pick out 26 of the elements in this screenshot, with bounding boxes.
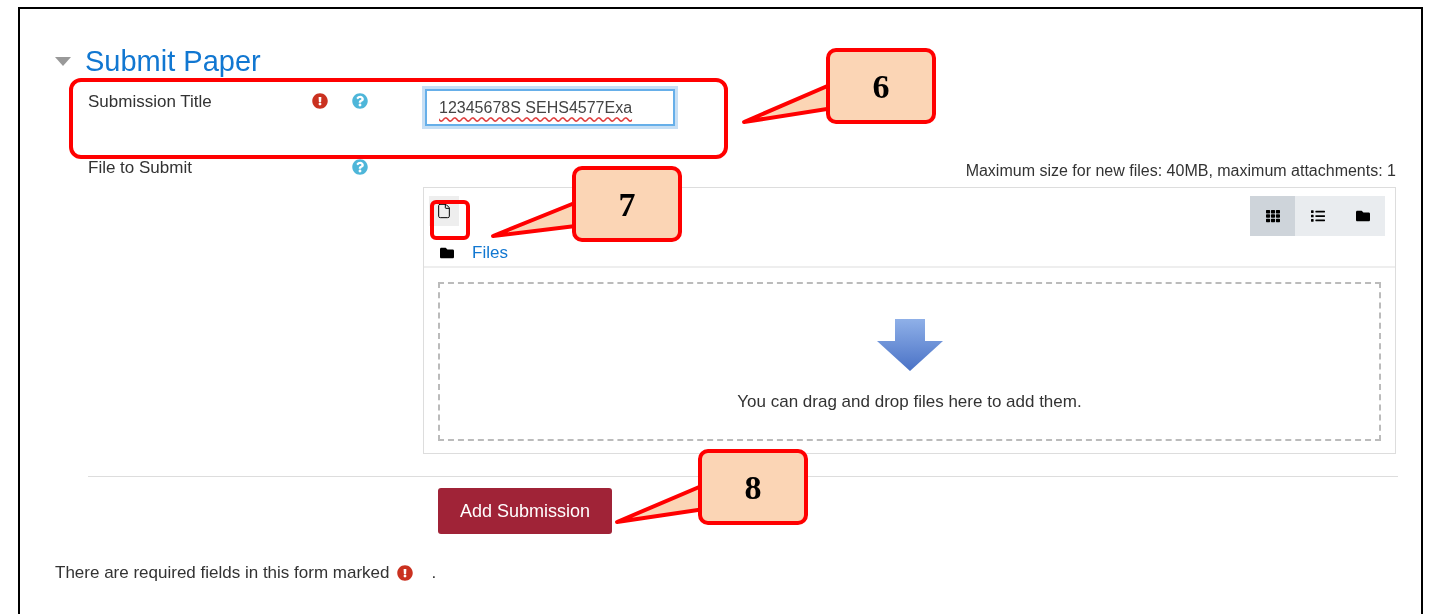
- callout-box: 6: [826, 48, 936, 124]
- file-icon: [436, 203, 452, 219]
- field-label: Submission Title: [88, 91, 213, 113]
- callout-box: 8: [698, 449, 808, 525]
- highlight-frame: [430, 200, 470, 240]
- field-label: File to Submit: [88, 157, 193, 179]
- grid-icon: [1265, 209, 1280, 223]
- view-toggle-button[interactable]: [1295, 196, 1340, 236]
- folder-icon: [440, 245, 454, 260]
- add-submission-button[interactable]: Add Submission: [438, 488, 612, 534]
- files-path-link[interactable]: Files: [472, 240, 508, 266]
- folder-icon: [1355, 209, 1370, 223]
- required-icon: [397, 564, 414, 581]
- section-heading: Submit Paper: [85, 44, 261, 80]
- view-toggle-button[interactable]: [1250, 196, 1295, 236]
- required-note-text: There are required fields in this form marked: [55, 562, 390, 584]
- drop-hint-text: You can drag and drop files here to add them.: [737, 390, 1082, 413]
- list-icon: [1310, 209, 1325, 223]
- file-limits-text: Maximum size for new files: 40MB, maximum attachments: 1: [965, 161, 1396, 181]
- required-note-period: .: [431, 562, 437, 584]
- callout-box: 7: [572, 166, 682, 242]
- drop-zone[interactable]: You can drag and drop files here to add them.: [438, 282, 1381, 441]
- view-toggle-button[interactable]: [1340, 196, 1385, 236]
- down-arrow-icon: [876, 318, 943, 371]
- collapse-caret-icon[interactable]: [55, 57, 71, 67]
- title-field[interactable]: 12345678S SEHS4577Exa: [425, 89, 675, 126]
